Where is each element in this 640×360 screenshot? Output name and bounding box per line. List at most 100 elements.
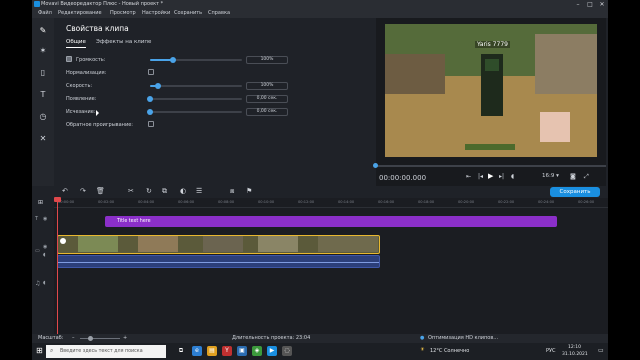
taskbar-app-icon[interactable]: e [192, 346, 202, 356]
menu-help[interactable]: Справка [208, 9, 230, 18]
normalization-checkbox[interactable] [148, 69, 154, 75]
maximize-icon[interactable]: □ [584, 0, 596, 9]
task-view-icon[interactable]: ⧉ [176, 346, 186, 356]
music-track-mute-icon[interactable]: ◖ [43, 280, 46, 286]
zoom-out-icon[interactable]: – [72, 334, 75, 343]
volume-checkbox[interactable] [66, 56, 72, 62]
movavi-taskbar-icon[interactable]: ▶ [267, 346, 277, 356]
fade-in-value[interactable]: 0,00 сек. [246, 95, 288, 103]
ruler-tick: 00:06:00 [178, 200, 195, 204]
ruler-tick: 00:08:00 [218, 200, 235, 204]
speed-slider[interactable] [150, 83, 242, 89]
title-track-visibility-icon[interactable]: ◉ [43, 216, 47, 222]
waveform [58, 262, 379, 263]
volume-knob[interactable] [170, 57, 176, 63]
preview-progress[interactable] [373, 163, 606, 168]
fade-out-knob[interactable] [147, 109, 153, 115]
color-adjust-icon[interactable]: ◐ [180, 187, 186, 195]
window-title: Movavi Видеоредактор Плюс - Новый проект… [41, 1, 164, 7]
rotate-icon[interactable]: ↻ [146, 187, 152, 195]
volume-value[interactable]: 100% [246, 56, 288, 64]
save-button[interactable]: Сохранить [550, 187, 600, 197]
language-indicator[interactable]: РУС [546, 348, 556, 354]
ruler-tick: 00:10:00 [258, 200, 275, 204]
close-icon[interactable]: ✕ [596, 0, 608, 9]
clip-properties-icon[interactable]: ☰ [196, 187, 202, 195]
taskbar-app-icon[interactable]: ◌ [282, 346, 292, 356]
filters-tool-icon[interactable]: ✶ [38, 46, 48, 56]
reverse-checkbox[interactable] [148, 121, 154, 127]
audio-waveform-clip[interactable] [57, 255, 380, 268]
ruler-tick: 00:22:00 [498, 200, 515, 204]
notifications-icon[interactable]: ▭ [598, 347, 604, 354]
zoom-slider[interactable] [80, 336, 120, 341]
timecode: 00:00:00.000 [379, 174, 427, 182]
more-tools-icon[interactable]: ✕ [38, 134, 48, 144]
delete-icon[interactable]: 🗑 [96, 187, 105, 195]
clip-settings-icon[interactable] [60, 238, 66, 244]
fullscreen-icon[interactable]: ⤢ [584, 173, 589, 181]
player-nametag: Yaris 7779 [475, 41, 510, 48]
video-track-mute-icon[interactable]: ◖ [43, 252, 46, 258]
menu-view[interactable]: Просмотр [110, 9, 136, 18]
aspect-ratio-select[interactable]: 16:9 ▾ [542, 173, 559, 179]
play-icon[interactable]: ▶ [488, 172, 493, 180]
tab-general[interactable]: Общие [66, 39, 86, 45]
ruler-tick: 00:24:00 [538, 200, 555, 204]
menu-settings[interactable]: Настройки [142, 9, 170, 18]
edit-tool-icon[interactable]: ✎ [38, 26, 48, 36]
record-icon[interactable]: ⧈ [230, 187, 234, 196]
file-explorer-icon[interactable]: ▤ [207, 346, 217, 356]
step-back-icon[interactable]: |◂ [478, 173, 483, 180]
zoom-knob[interactable] [88, 336, 93, 341]
clock-time[interactable]: 12:10 [568, 345, 581, 350]
clock-date[interactable]: 31.10.2021 [562, 352, 588, 357]
add-track-icon[interactable]: ⊞ [38, 199, 43, 206]
scene-building-right [535, 34, 597, 94]
tab-clip-effects[interactable]: Эффекты на клипе [96, 39, 151, 45]
menu-save[interactable]: Сохранить [174, 9, 202, 18]
fade-in-knob[interactable] [147, 96, 153, 102]
speed-value[interactable]: 100% [246, 82, 288, 90]
normalization-label: Нормализация: [66, 70, 107, 76]
menu-file[interactable]: Файл [38, 9, 52, 18]
minimize-icon[interactable]: – [572, 0, 584, 9]
fade-in-slider[interactable] [147, 96, 242, 102]
crop-icon[interactable]: ⧉ [162, 187, 167, 196]
video-clip[interactable] [57, 235, 380, 254]
taskbar-app-icon[interactable]: ◈ [252, 346, 262, 356]
zoom-in-icon[interactable]: + [123, 334, 127, 343]
clip-thumbnail [78, 236, 118, 252]
video-track-icon: ▭ [35, 248, 40, 254]
video-track-visibility-icon[interactable]: ◉ [43, 244, 47, 250]
preview-progress-knob[interactable] [373, 163, 378, 168]
cut-icon[interactable]: ✂ [128, 187, 134, 195]
transitions-tool-icon[interactable]: ▯ [38, 68, 48, 78]
titles-tool-icon[interactable]: T [38, 90, 48, 100]
menu-edit[interactable]: Редактирование [58, 9, 102, 18]
redo-icon[interactable]: ↷ [80, 187, 86, 195]
letterbox-right [608, 0, 640, 360]
windows-start-icon[interactable]: ⊞ [36, 346, 43, 355]
step-forward-icon[interactable]: ▸| [499, 173, 504, 180]
snapshot-icon[interactable]: ◙ [570, 173, 576, 180]
yandex-browser-icon[interactable]: Y [222, 346, 232, 356]
fade-out-slider[interactable] [147, 109, 242, 115]
ruler-tick: 00:04:00 [138, 200, 155, 204]
optimization-icon: ● [420, 335, 425, 341]
timeline-ruler[interactable]: 00:00:00 00:02:00 00:04:00 00:06:00 00:0… [54, 198, 608, 208]
playhead[interactable] [57, 198, 58, 334]
title-clip[interactable]: Title text here [105, 216, 557, 227]
video-preview[interactable]: Yaris 7779 [385, 24, 597, 157]
weather-text[interactable]: 12°C Солнечно [430, 348, 469, 354]
volume-slider[interactable] [150, 57, 242, 63]
taskbar-app-icon[interactable]: ▣ [237, 346, 247, 356]
volume-icon[interactable]: ◖ [511, 173, 514, 180]
prev-marker-icon[interactable]: ⇤ [466, 173, 471, 180]
stickers-tool-icon[interactable]: ◷ [38, 112, 48, 122]
marker-icon[interactable]: ⚑ [246, 187, 252, 195]
fade-out-value[interactable]: 0,00 сек. [246, 108, 288, 116]
undo-icon[interactable]: ↶ [62, 187, 68, 195]
ruler-tick: 00:16:00 [378, 200, 395, 204]
taskbar-search-input[interactable]: Введите здесь текст для поиска [46, 345, 166, 358]
